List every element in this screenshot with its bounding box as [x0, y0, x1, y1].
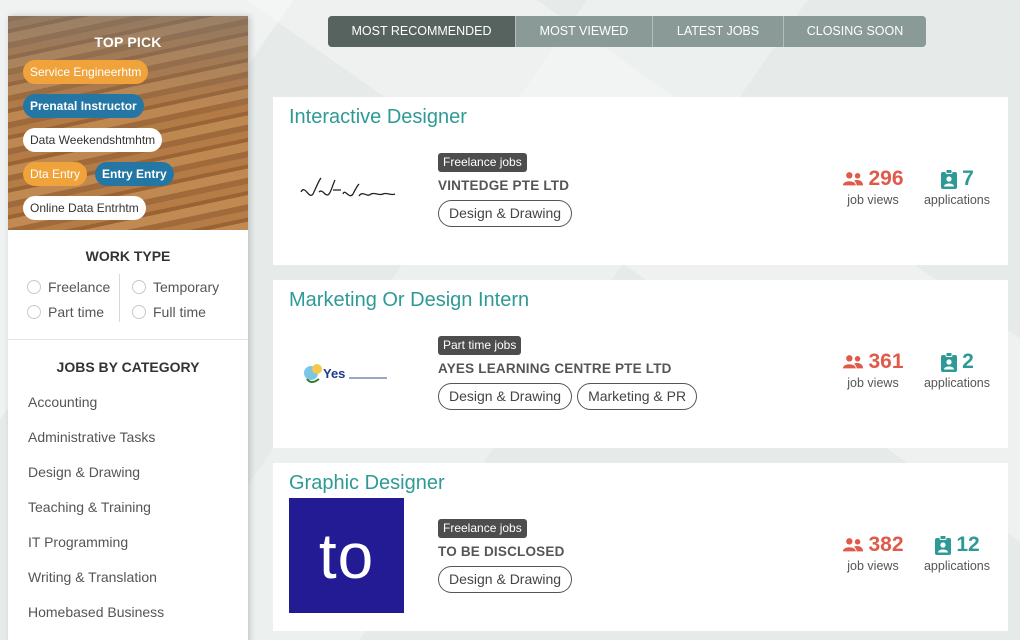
- people-icon: [843, 355, 864, 369]
- job-views-stat: 361 job views: [838, 350, 908, 390]
- tag-list: Design & Drawing: [438, 566, 573, 593]
- category-item-writing-translation[interactable]: Writing & Translation: [8, 560, 248, 595]
- clipboard-user-icon: [941, 169, 958, 189]
- radio-full-time[interactable]: Full time: [132, 304, 206, 320]
- work-type-filter: WORK TYPE Freelance Part time Temporary …: [8, 230, 248, 340]
- tab-most-recommended[interactable]: MOST RECOMMENDED: [328, 16, 515, 47]
- jobs-by-category-title: JOBS BY CATEGORY: [56, 359, 200, 375]
- category-item-teaching-training[interactable]: Teaching & Training: [8, 490, 248, 525]
- radio-part-time[interactable]: Part time: [27, 304, 104, 320]
- top-pick-pill[interactable]: Entry Entry: [95, 162, 174, 186]
- people-icon: [843, 172, 864, 186]
- signature-logo-icon: [299, 177, 395, 196]
- yes-logo-icon: Yes: [303, 363, 387, 383]
- tab-most-viewed[interactable]: MOST VIEWED: [515, 16, 652, 47]
- job-views-label: job views: [847, 376, 899, 390]
- divider: [119, 274, 120, 322]
- category-item-administrative-tasks[interactable]: Administrative Tasks: [8, 420, 248, 455]
- applications-label: applications: [923, 559, 990, 573]
- top-pick-pill[interactable]: Prenatal Instructor: [23, 94, 144, 118]
- company-name: AYES LEARNING CENTRE PTE LTD: [438, 361, 672, 376]
- category-tag[interactable]: Design & Drawing: [438, 200, 573, 227]
- tag-list: Design & Drawing: [438, 200, 573, 227]
- people-icon: [843, 538, 864, 552]
- top-pick-pill[interactable]: Data Weekendshtmhtm: [23, 128, 163, 152]
- radio-temporary[interactable]: Temporary: [132, 279, 219, 295]
- category-item-homebased-business[interactable]: Homebased Business: [8, 595, 248, 630]
- job-title[interactable]: Marketing Or Design Intern: [289, 289, 529, 312]
- jobs-by-category: JOBS BY CATEGORY Accounting Administrati…: [8, 359, 248, 630]
- applications-count: 7: [962, 167, 974, 190]
- category-item-design-drawing[interactable]: Design & Drawing: [8, 455, 248, 490]
- category-tag[interactable]: Design & Drawing: [438, 566, 573, 593]
- sidebar: TOP PICK Service Engineerhtm Prenatal In…: [8, 16, 248, 640]
- job-type-badge: Freelance jobs: [438, 519, 527, 538]
- job-sort-tabs: MOST RECOMMENDED MOST VIEWED LATEST JOBS…: [328, 16, 926, 47]
- applications-stat: 7 applications: [918, 167, 996, 207]
- job-views-count: 296: [868, 167, 904, 190]
- radio-label: Full time: [153, 304, 206, 320]
- work-type-title: WORK TYPE: [85, 248, 171, 264]
- category-tag[interactable]: Design & Drawing: [438, 383, 573, 410]
- top-pick-pill[interactable]: Dta Entry: [23, 162, 88, 186]
- category-tag[interactable]: Marketing & PR: [577, 383, 698, 410]
- company-logo[interactable]: Yes: [289, 315, 404, 430]
- radio-circle-icon[interactable]: [27, 305, 41, 319]
- tab-latest-jobs[interactable]: LATEST JOBS: [652, 16, 783, 47]
- job-title[interactable]: Graphic Designer: [289, 472, 445, 495]
- job-views-label: job views: [847, 193, 899, 207]
- job-type-badge: Freelance jobs: [438, 153, 527, 172]
- job-views-stat: 296 job views: [838, 167, 908, 207]
- job-card[interactable]: Marketing Or Design Intern Yes Part time…: [273, 280, 1008, 448]
- radio-circle-icon[interactable]: [27, 280, 41, 294]
- tab-closing-soon[interactable]: CLOSING SOON: [783, 16, 926, 47]
- radio-label: Temporary: [153, 279, 220, 295]
- category-item-it-programming[interactable]: IT Programming: [8, 525, 248, 560]
- applications-label: applications: [923, 376, 990, 390]
- radio-circle-icon[interactable]: [132, 305, 146, 319]
- company-name: VINTEDGE PTE LTD: [438, 178, 570, 193]
- job-type-badge: Part time jobs: [438, 336, 522, 355]
- job-views-label: job views: [847, 559, 899, 573]
- radio-freelance[interactable]: Freelance: [27, 279, 110, 295]
- job-views-count: 361: [868, 350, 904, 373]
- radio-label: Freelance: [48, 279, 111, 295]
- radio-circle-icon[interactable]: [132, 280, 146, 294]
- top-pick-pill[interactable]: Service Engineerhtm: [23, 60, 149, 84]
- top-pick-panel: TOP PICK Service Engineerhtm Prenatal In…: [8, 16, 248, 230]
- top-pick-pill[interactable]: Online Data Entrhtm: [23, 196, 146, 220]
- company-logo[interactable]: to: [289, 498, 404, 613]
- top-pick-title: TOP PICK: [94, 34, 162, 50]
- applications-stat: 12 applications: [918, 533, 996, 573]
- clipboard-user-icon: [935, 535, 952, 555]
- applications-count: 2: [962, 350, 974, 373]
- category-item-accounting[interactable]: Accounting: [8, 385, 248, 420]
- job-views-stat: 382 job views: [838, 533, 908, 573]
- job-card[interactable]: Interactive Designer Freelance jobs VINT…: [273, 97, 1008, 265]
- job-views-count: 382: [868, 533, 904, 556]
- radio-label: Part time: [48, 304, 105, 320]
- svg-text:Yes: Yes: [323, 366, 345, 381]
- applications-count: 12: [956, 533, 980, 556]
- tag-list: Design & Drawing Marketing & PR: [438, 383, 698, 410]
- applications-stat: 2 applications: [918, 350, 996, 390]
- company-name: TO BE DISCLOSED: [438, 544, 565, 559]
- job-card[interactable]: Graphic Designer to Freelance jobs TO BE…: [273, 463, 1008, 631]
- applications-label: applications: [923, 193, 990, 207]
- clipboard-user-icon: [941, 352, 958, 372]
- company-logo[interactable]: [289, 132, 404, 247]
- job-title[interactable]: Interactive Designer: [289, 106, 467, 129]
